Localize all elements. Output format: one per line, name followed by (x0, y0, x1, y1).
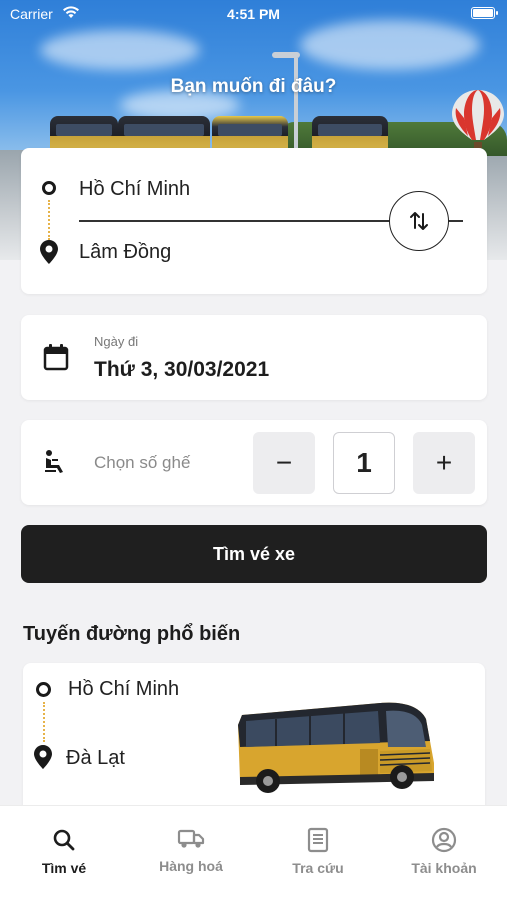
status-bar: Carrier 4:51 PM (0, 0, 507, 28)
origin-field[interactable]: Hồ Chí Minh (79, 178, 190, 201)
route-card: Hồ Chí Minh Lâm Đồng (21, 148, 487, 294)
tab-lookup[interactable]: Tra cứu (258, 826, 378, 876)
search-icon (53, 829, 75, 851)
seat-selector-card: Chọn số ghế − 1 + (21, 420, 487, 505)
tab-bar: Tìm vé Hàng hoá Tra cứu Tài khoản (0, 805, 507, 900)
seat-quantity[interactable]: 1 (333, 432, 395, 494)
tab-search[interactable]: Tìm vé (4, 826, 124, 876)
route-connector (43, 702, 45, 742)
tab-label: Tài khoản (411, 860, 477, 876)
popular-route-from: Hồ Chí Minh (68, 678, 180, 700)
increase-seat-button[interactable]: + (413, 432, 475, 494)
battery-icon (471, 7, 498, 19)
clock: 4:51 PM (227, 6, 280, 22)
tab-cargo[interactable]: Hàng hoá (131, 824, 251, 874)
bus-image (238, 702, 434, 793)
tab-label: Hàng hoá (159, 858, 223, 874)
seat-placeholder: Chọn số ghế (94, 453, 191, 472)
account-icon (431, 827, 457, 853)
date-picker-card[interactable]: Ngày đi Thứ 3, 30/03/2021 (21, 315, 487, 400)
tab-label: Tra cứu (292, 860, 344, 876)
calendar-icon (43, 344, 69, 371)
search-tickets-button[interactable]: Tìm vé xe (21, 525, 487, 583)
route-connector (48, 200, 50, 240)
origin-dot-icon (42, 181, 56, 195)
swap-arrows-icon (410, 212, 428, 230)
destination-field[interactable]: Lâm Đồng (79, 241, 171, 264)
popular-route-card[interactable]: Hồ Chí Minh Đà Lạt (23, 663, 485, 823)
seat-icon (45, 450, 63, 473)
popular-route-to: Đà Lạt (66, 747, 125, 769)
truck-icon (177, 829, 205, 848)
decrease-seat-button[interactable]: − (253, 432, 315, 494)
swap-button[interactable] (389, 191, 449, 251)
tab-account[interactable]: Tài khoản (384, 826, 504, 876)
origin-dot-icon (36, 682, 51, 697)
hero-title: Bạn muốn đi đâu? (170, 76, 337, 97)
date-label: Ngày đi (94, 334, 139, 349)
popular-routes-title: Tuyến đường phổ biến (23, 623, 241, 645)
date-value: Thứ 3, 30/03/2021 (94, 358, 270, 381)
tab-label: Tìm vé (41, 860, 87, 876)
location-pin-icon (34, 745, 52, 769)
location-pin-icon (40, 240, 58, 264)
receipt-icon (307, 827, 329, 853)
